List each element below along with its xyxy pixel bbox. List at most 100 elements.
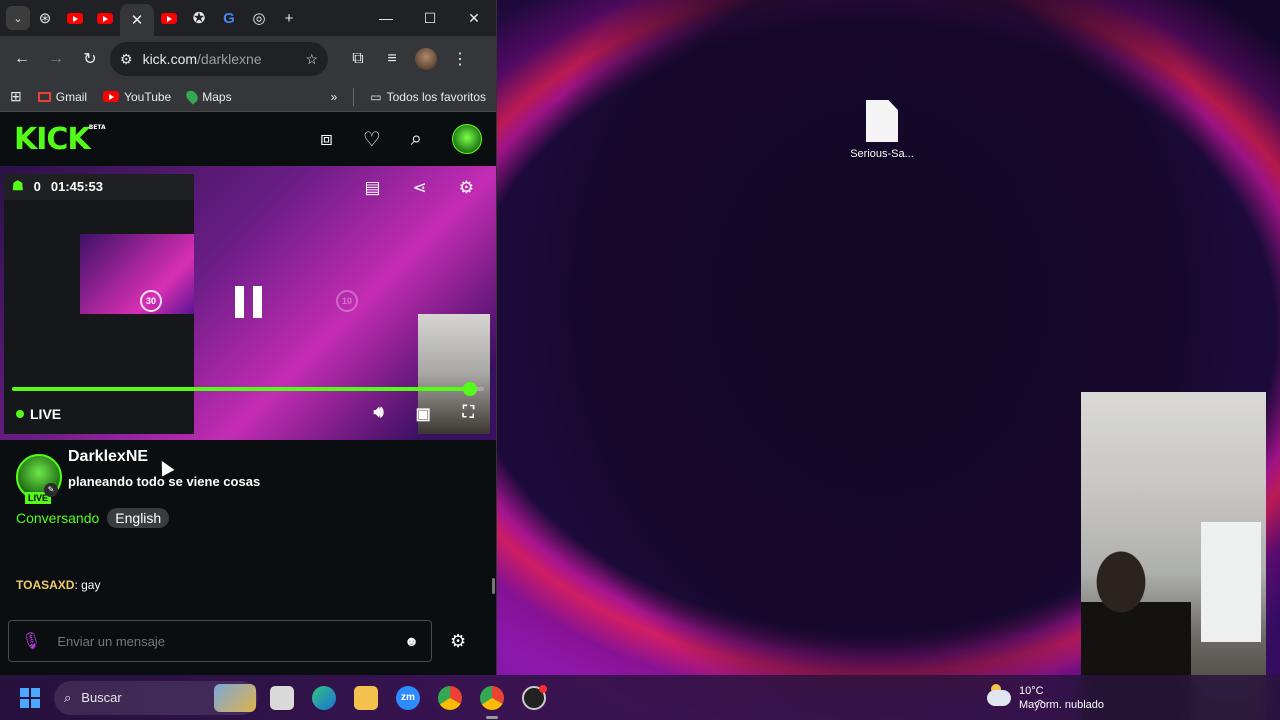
chrome-active-icon[interactable] (480, 685, 504, 719)
chrome-icon[interactable] (438, 685, 462, 710)
kick-header-actions: ⧈ ♡ ⌕ (320, 124, 482, 154)
bookmark-gmail[interactable]: Gmail (37, 89, 88, 104)
bookmarks-overflow-button[interactable]: » (331, 90, 338, 104)
back-button[interactable]: ← (8, 45, 36, 73)
pencil-icon[interactable]: ✎ (44, 483, 58, 497)
url-host: kick.com (142, 51, 198, 67)
desktop-file-icon[interactable]: Serious-Sa... (846, 100, 918, 160)
menu-button[interactable]: ⋮ (446, 45, 474, 73)
video-player[interactable]: ☗ 0 01:45:53 ▤ ⋖ ⚙ 30 10 LIVE 🔊︎ ▣ ⛶ (0, 166, 496, 440)
search-icon[interactable]: ⌕ (411, 128, 422, 151)
new-tab-button[interactable]: + (274, 3, 304, 33)
tab-google[interactable]: G (214, 3, 244, 33)
weather-condition: Mayorm. nublado (1019, 698, 1104, 711)
tab-chrome[interactable]: ◎ (244, 3, 274, 33)
compass-icon: ✪ (192, 10, 206, 27)
bookmark-youtube[interactable]: YouTube (103, 90, 171, 104)
share-icon[interactable]: ⋖ (413, 178, 427, 198)
beta-badge: BETA (88, 123, 106, 131)
browse-icon[interactable]: ⧈ (320, 128, 333, 151)
rewind-30-button[interactable]: 30 (140, 290, 162, 312)
stream-tags: Conversando English (16, 508, 170, 528)
youtube-icon (103, 91, 120, 102)
settings-gear-icon[interactable]: ⚙ (459, 178, 474, 198)
chat-input[interactable] (57, 633, 389, 649)
kick-logo[interactable]: KICK BETA (14, 122, 106, 157)
progress-knob[interactable] (462, 382, 477, 396)
maximize-button[interactable]: ☐ (408, 10, 452, 27)
task-view-icon[interactable] (270, 685, 294, 710)
reload-icon: ↻ (83, 51, 97, 68)
site-info-icon[interactable]: ⚙ (120, 51, 133, 68)
chat-username[interactable]: TOASAXD (16, 578, 74, 592)
minimize-button[interactable]: — (364, 10, 408, 27)
reload-button[interactable]: ↻ (76, 45, 104, 73)
close-window-button[interactable]: ✕ (452, 10, 496, 27)
obs-icon[interactable] (522, 684, 547, 710)
maps-icon (184, 88, 201, 105)
tab-youtube-1[interactable] (60, 3, 90, 33)
browser-window: ⌄ ⊛ ✕ ✪ G ◎ + — ☐ ✕ ← → ↻ ⚙ kick.com /da… (0, 0, 497, 675)
windows-start-icon[interactable] (20, 687, 40, 708)
profile-button[interactable] (412, 45, 440, 73)
viewers-icon: ☗ (12, 178, 24, 193)
forward-button[interactable]: → (42, 45, 70, 73)
bookmarks-divider (353, 87, 355, 106)
plus-icon: + (284, 9, 294, 27)
bookmark-label: Maps (202, 89, 232, 104)
tab-strip: ⌄ ⊛ ✕ ✪ G ◎ + — ☐ ✕ (0, 0, 496, 36)
microphone-icon[interactable]: 🎙︎ (21, 631, 41, 651)
close-icon[interactable]: ✕ (131, 11, 144, 29)
chat-settings-icon[interactable]: ⚙ (450, 631, 466, 652)
extensions-button[interactable]: ⧉ (344, 45, 372, 73)
forward-10-button[interactable]: 10 (336, 290, 358, 312)
browser-toolbar: ← → ↻ ⚙ kick.com /darklexne ☆ ⧉ ≡ ⋮ (0, 36, 496, 82)
tab-active-kick[interactable]: ✕ (120, 4, 154, 36)
theater-mode-icon[interactable]: ▣ (416, 404, 431, 424)
tab-compass[interactable]: ✪ (184, 3, 214, 33)
zoom-label: zm (401, 692, 415, 703)
bookmark-star-icon[interactable]: ☆ (305, 51, 318, 68)
heart-icon[interactable]: ♡ (363, 127, 381, 152)
chrome-icon: ◎ (252, 10, 266, 27)
tab-openai[interactable]: ⊛ (30, 3, 60, 33)
arrow-left-icon: ← (14, 50, 30, 67)
live-label[interactable]: LIVE (30, 406, 61, 422)
desktop-file-label: Serious-Sa... (850, 148, 914, 160)
edge-icon[interactable] (312, 685, 336, 710)
language-tag[interactable]: English (107, 508, 170, 528)
tab-search-button[interactable]: ⌄ (6, 6, 30, 30)
playlist-icon: ≡ (387, 50, 397, 67)
player-bottom-bar: LIVE 🔊︎ ▣ ⛶ (16, 404, 474, 424)
all-bookmarks-button[interactable]: ▭ Todos los favoritos (370, 90, 486, 104)
bookmarks-bar: ⊞ Gmail YouTube Maps » ▭ Todos los favor… (0, 82, 496, 112)
volume-icon[interactable]: 🔊︎ (374, 404, 384, 424)
progress-bar[interactable] (12, 382, 484, 396)
chat-scrollbar[interactable] (492, 578, 495, 594)
category-link[interactable]: Conversando (16, 510, 99, 526)
taskbar-search[interactable]: ⌕ Buscar (54, 680, 258, 715)
arrow-right-icon: → (48, 50, 64, 67)
bookmark-label: Gmail (55, 89, 88, 104)
apps-grid-icon[interactable]: ⊞ (10, 88, 22, 105)
bookmark-maps[interactable]: Maps (184, 88, 232, 105)
webcam-overlay (1081, 392, 1266, 720)
file-explorer-icon[interactable] (354, 685, 378, 710)
stream-title: planeando todo se viene cosas (68, 474, 261, 489)
tab-youtube-2[interactable] (90, 3, 120, 33)
weather-temp: 10°C (1019, 684, 1044, 697)
media-controls-button[interactable]: ≡ (378, 45, 406, 73)
address-bar[interactable]: ⚙ kick.com /darklexne ☆ (110, 42, 328, 76)
chevron-up-icon[interactable]: ︿ (1034, 690, 1046, 707)
fullscreen-icon[interactable]: ⛶ (463, 404, 474, 424)
tab-youtube-3[interactable] (154, 3, 184, 33)
pause-button[interactable] (235, 286, 262, 318)
chat-input-box[interactable]: 🎙︎ ☻ (8, 620, 432, 662)
stream-uptime: 01:45:53 (50, 178, 103, 194)
emoji-icon[interactable]: ☻ (404, 633, 419, 649)
clip-icon[interactable]: ▤ (364, 178, 380, 198)
zoom-icon[interactable]: zm (396, 685, 420, 710)
player-top-tools: ▤ ⋖ ⚙ (364, 178, 474, 198)
user-avatar[interactable] (452, 124, 482, 154)
channel-name[interactable]: DarklexNE (68, 448, 148, 466)
